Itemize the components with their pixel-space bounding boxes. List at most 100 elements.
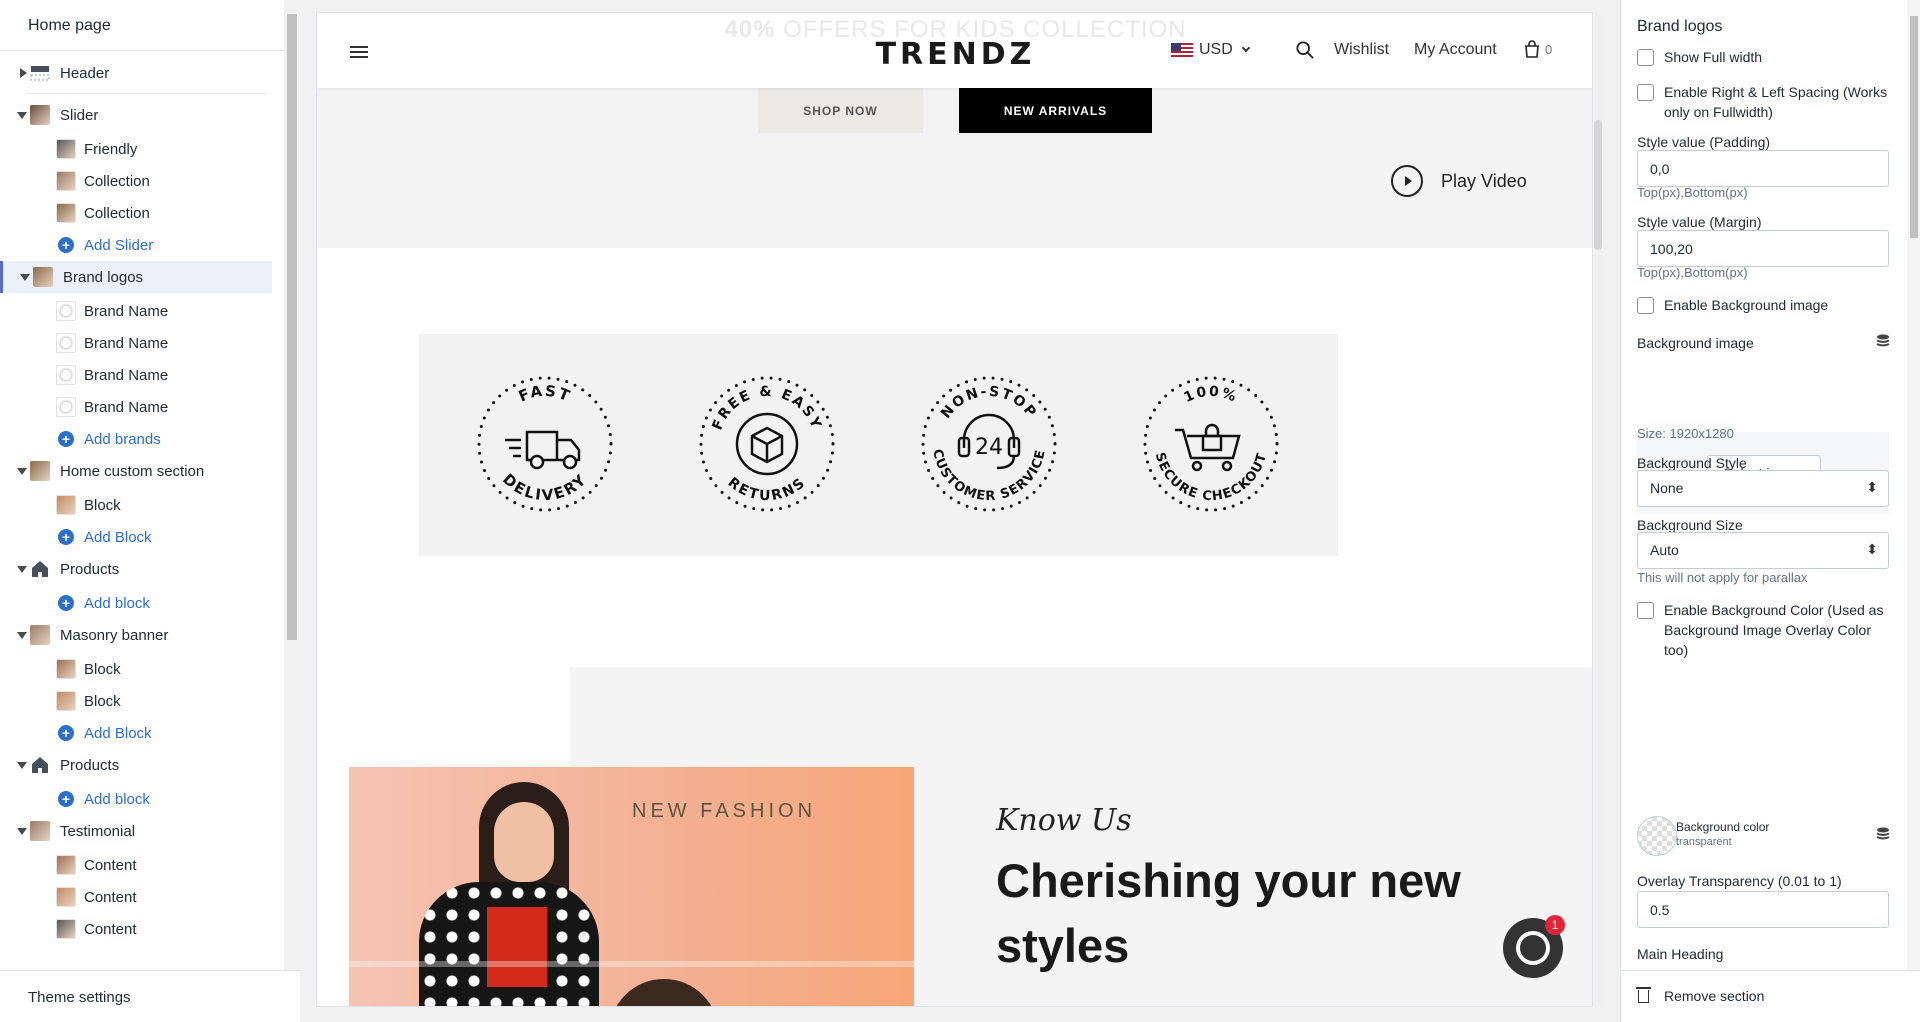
dynamic-source-icon[interactable] <box>1876 827 1890 842</box>
caret-down-icon[interactable] <box>17 632 27 639</box>
page-title: Home page <box>0 0 299 51</box>
panel-scrollbar[interactable] <box>1907 0 1920 970</box>
block-label: Friendly <box>84 140 138 158</box>
section-thumbnail <box>30 625 50 645</box>
slider-section: SHOP NOW NEW ARRIVALS Play Video <box>317 88 1592 248</box>
section-item-masonry-banner[interactable]: Masonry banner <box>0 619 272 651</box>
caret-down-icon[interactable] <box>17 828 27 835</box>
fashion-banner-image[interactable]: NEW FASHION <box>349 767 914 1006</box>
add-block-button[interactable]: + Add Block <box>0 717 272 749</box>
block-item-content[interactable]: Content <box>0 913 272 945</box>
add-block-button[interactable]: + Add block <box>0 587 272 619</box>
block-label: Brand Name <box>84 334 169 352</box>
section-item-slider[interactable]: Slider <box>0 99 272 131</box>
new-arrivals-button[interactable]: NEW ARRIVALS <box>959 88 1152 133</box>
block-thumbnail <box>56 691 76 711</box>
section-thumbnail <box>30 461 50 481</box>
block-item-content[interactable]: Content <box>0 881 272 913</box>
currency-selector[interactable]: USD <box>1171 41 1251 59</box>
enable-spacing-checkbox[interactable] <box>1637 84 1654 101</box>
overlay-label: Overlay Transparency (0.01 to 1) <box>1637 873 1842 889</box>
block-item-friendly[interactable]: Friendly <box>0 133 272 165</box>
margin-help: Top(px),Bottom(px) <box>1637 265 1748 280</box>
block-label: Content <box>84 888 137 906</box>
headset-icon: NON-STOP CUSTOMER SERVICE 24 <box>921 376 1057 512</box>
block-item-brand-name[interactable]: Brand Name <box>0 295 272 327</box>
bg-color-value: transparent <box>1676 836 1732 848</box>
wishlist-link[interactable]: Wishlist <box>1334 41 1389 59</box>
bg-size-select[interactable]: Auto <box>1637 532 1889 569</box>
add-slider-button[interactable]: + Add Slider <box>0 229 272 261</box>
bg-color-swatch[interactable] <box>1637 816 1677 856</box>
store-logo[interactable]: TRENDZ <box>317 37 1592 72</box>
add-block-button[interactable]: + Add Block <box>0 521 272 553</box>
play-icon <box>1391 165 1423 197</box>
panel-scrollbar-thumb[interactable] <box>1910 16 1918 238</box>
block-item-brand-name[interactable]: Brand Name <box>0 359 272 391</box>
cart-button[interactable]: 0 <box>1524 40 1552 58</box>
add-block-button[interactable]: + Add block <box>0 783 272 815</box>
block-thumbnail <box>56 171 76 191</box>
section-item-header[interactable]: Header <box>0 57 272 89</box>
caret-down-icon[interactable] <box>17 468 27 475</box>
brand-logo-thumbnail <box>56 397 76 417</box>
preview-scrollbar-thumb[interactable] <box>1594 120 1602 250</box>
padding-help: Top(px),Bottom(px) <box>1637 185 1748 200</box>
sidebar-scrollbar-thumb[interactable] <box>287 14 297 640</box>
sidebar-scrollbar[interactable] <box>284 0 300 970</box>
overlay-input[interactable] <box>1637 891 1889 928</box>
block-item-collection[interactable]: Collection <box>0 165 272 197</box>
block-item-block[interactable]: Block <box>0 489 272 521</box>
caret-down-icon[interactable] <box>17 566 27 573</box>
add-label: Add Block <box>84 528 152 546</box>
store-preview: 40% OFFERS FOR KIDS COLLECTION TRENDZ US… <box>316 12 1593 1007</box>
shop-now-button[interactable]: SHOP NOW <box>758 88 923 133</box>
enable-bg-color-checkbox[interactable] <box>1637 602 1654 619</box>
caret-down-icon[interactable] <box>17 762 27 769</box>
bg-size-label: Background Size <box>1637 517 1743 533</box>
block-label: Block <box>84 496 121 514</box>
section-label: Home custom section <box>60 462 205 480</box>
add-brands-button[interactable]: + Add brands <box>0 423 272 455</box>
theme-settings-link[interactable]: Theme settings <box>0 970 300 1022</box>
play-video-button[interactable]: Play Video <box>1391 165 1527 197</box>
block-item-brand-name[interactable]: Brand Name <box>0 391 272 423</box>
second-model <box>609 979 719 1006</box>
search-icon[interactable] <box>1296 41 1314 59</box>
store-icon <box>30 559 50 579</box>
new-fashion-label: NEW FASHION <box>632 800 817 822</box>
caret-right-icon[interactable] <box>20 68 27 78</box>
block-item-block[interactable]: Block <box>0 685 272 717</box>
section-item-products[interactable]: Products <box>0 749 272 781</box>
box-icon: FREE & EASY RETURNS <box>699 376 835 512</box>
block-item-collection[interactable]: Collection <box>0 197 272 229</box>
caret-down-icon[interactable] <box>17 112 27 119</box>
padding-label: Style value (Padding) <box>1637 134 1771 150</box>
section-item-testimonial[interactable]: Testimonial <box>0 815 272 847</box>
section-item-products[interactable]: Products <box>0 553 272 585</box>
my-account-link[interactable]: My Account <box>1414 41 1497 59</box>
margin-input[interactable] <box>1637 230 1889 267</box>
svg-text:24: 24 <box>975 435 1003 460</box>
section-item-home-custom-section[interactable]: Home custom section <box>0 455 272 487</box>
padding-input[interactable] <box>1637 150 1889 187</box>
store-icon <box>30 755 50 775</box>
add-label: Add Block <box>84 724 152 742</box>
block-item-block[interactable]: Block <box>0 653 272 685</box>
section-item-brand-logos[interactable]: Brand logos <box>0 261 272 293</box>
bg-style-select[interactable]: None <box>1637 470 1889 507</box>
trash-icon <box>1636 987 1651 1003</box>
preview-scrollbar[interactable] <box>1593 12 1603 1007</box>
remove-section-button[interactable]: Remove section <box>1621 970 1920 1022</box>
add-label: Add brands <box>84 430 161 448</box>
settings-panel: Brand logos Show Full width Enable Right… <box>1620 0 1920 1022</box>
block-item-brand-name[interactable]: Brand Name <box>0 327 272 359</box>
show-full-width-checkbox[interactable] <box>1637 49 1654 66</box>
caret-down-icon[interactable] <box>20 274 30 281</box>
chevron-down-icon <box>1241 43 1251 53</box>
dynamic-source-icon[interactable] <box>1876 334 1890 349</box>
enable-bg-image-checkbox[interactable] <box>1637 297 1654 314</box>
truck-icon: FAST DELIVERY <box>477 376 613 512</box>
plus-circle-icon: + <box>58 791 74 807</box>
block-item-content[interactable]: Content <box>0 849 272 881</box>
